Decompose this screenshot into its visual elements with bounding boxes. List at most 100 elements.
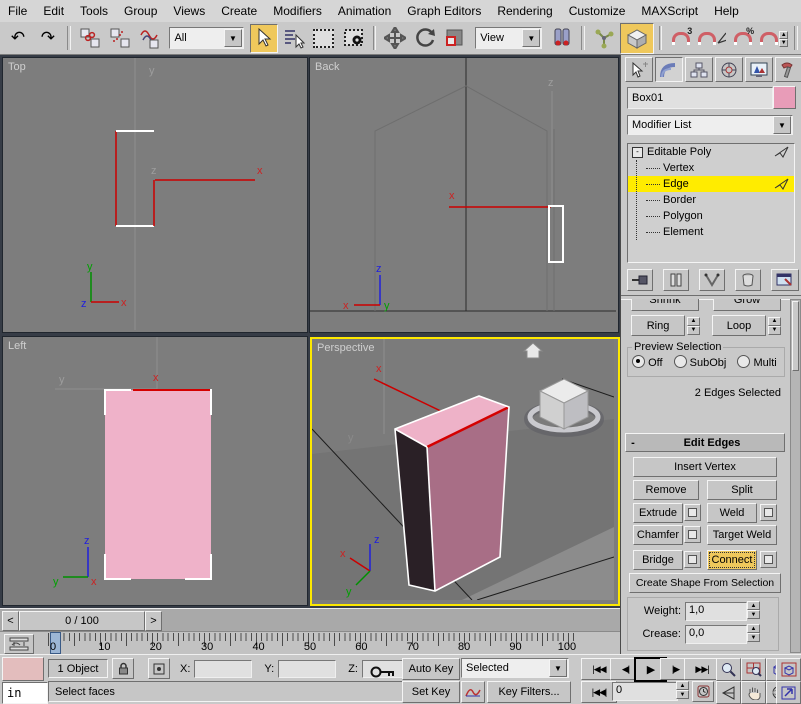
panel-scrollbar-thumb[interactable] [792,301,799,371]
select-and-move-button[interactable] [381,24,409,53]
menu-modifiers[interactable]: Modifiers [265,1,330,21]
mini-curve-editor-button[interactable] [4,634,34,654]
menu-rendering[interactable]: Rendering [489,1,560,21]
grow-button[interactable]: Grow [713,299,781,311]
loop-button[interactable]: Loop [712,315,766,336]
zoom-all-button[interactable] [741,658,766,681]
min-max-toggle-button[interactable] [776,681,801,704]
time-configuration-button[interactable] [692,681,714,702]
tab-motion[interactable] [715,57,743,82]
snaps-toggle-3d-button[interactable]: 3 [667,24,695,53]
viewport-perspective-label[interactable]: Perspective [317,342,374,354]
dropdown-arrow-icon[interactable]: ▼ [522,29,540,47]
bind-to-spacewarp-icon[interactable] [136,24,164,53]
time-slider-prev-button[interactable]: < [2,611,19,631]
window-crossing-toggle-button[interactable] [340,24,368,53]
viewport-back[interactable]: Back z x z x y [309,57,619,333]
zoom-extents-all-button[interactable] [776,658,801,681]
stack-item-element[interactable]: Element [628,224,794,240]
spinner-snap-toggle-button[interactable]: ▲▼ [759,24,789,53]
object-color-swatch[interactable] [773,86,796,109]
viewport-left[interactable]: Left y x z y x [2,336,308,606]
key-scope-dropdown[interactable]: Selected ▼ [461,658,569,678]
weld-button[interactable]: Weld [707,503,757,523]
go-to-end-button[interactable]: ▶▶| [684,658,720,680]
select-and-manipulate-button[interactable] [590,24,618,53]
ring-spinner[interactable]: ▲▼ [687,317,700,335]
insert-vertex-button[interactable]: Insert Vertex [633,457,777,477]
viewport-top-canvas[interactable]: y z x y x z [3,58,305,330]
viewport-back-canvas[interactable]: z x z x y [310,58,616,330]
rectangular-selection-region-button[interactable] [310,24,338,53]
maxscript-listener-macro-pane[interactable] [2,657,44,681]
preview-multi-radio[interactable]: Multi [737,357,776,369]
maxscript-listener-pane[interactable]: in [2,682,48,704]
viewport-back-label[interactable]: Back [315,61,339,73]
viewport-top[interactable]: Top y z x y x z [2,57,308,333]
make-unique-button[interactable] [699,269,725,291]
x-coordinate-field[interactable] [194,660,252,678]
preview-subobj-radio[interactable]: SubObj [674,357,727,369]
tab-utilities[interactable] [775,57,801,82]
stack-item-vertex[interactable]: Vertex [628,160,794,176]
connect-button[interactable]: Connect [707,550,757,570]
show-end-result-button[interactable] [663,269,689,291]
menu-create[interactable]: Create [213,1,265,21]
tab-display[interactable] [745,57,773,82]
use-pivot-point-center-button[interactable] [548,24,576,53]
menu-customize[interactable]: Customize [561,1,634,21]
create-shape-button[interactable]: Create Shape From Selection [629,573,781,593]
select-object-button[interactable] [250,24,278,53]
time-slider-handle[interactable]: 0 / 100 [19,611,145,631]
auto-key-button[interactable]: Auto Key [402,658,460,680]
dropdown-arrow-icon[interactable]: ▼ [224,29,242,47]
selection-lock-toggle[interactable] [112,658,134,679]
menu-tools[interactable]: Tools [72,1,116,21]
stack-item-polygon[interactable]: Polygon [628,208,794,224]
pin-stack-button[interactable] [627,269,653,291]
stack-item-edge[interactable]: Edge [628,176,794,192]
select-and-rotate-button[interactable] [411,24,439,53]
menu-animation[interactable]: Animation [330,1,399,21]
set-key-button[interactable]: Set Key [402,681,460,703]
absolute-offset-toggle[interactable] [148,658,170,679]
tab-create[interactable] [625,57,653,82]
pan-button[interactable] [741,681,766,704]
undo-button[interactable]: ↶ [4,24,32,53]
viewport-perspective-canvas[interactable]: y x [312,339,614,600]
select-by-name-button[interactable] [280,24,308,53]
split-button[interactable]: Split [707,480,777,500]
y-coordinate-field[interactable] [278,660,336,678]
configure-modifier-sets-button[interactable] [771,269,799,291]
crease-field[interactable]: 0,0 [685,625,747,644]
dropdown-arrow-icon[interactable]: ▼ [549,659,567,677]
crease-spinner[interactable]: ▲▼ [747,624,760,642]
tab-modify[interactable] [655,57,683,82]
remove-modifier-button[interactable] [735,269,761,291]
panel-scrollbar[interactable] [790,299,801,653]
menu-group[interactable]: Group [116,1,165,21]
collapse-box-icon[interactable]: - [632,147,643,158]
weight-spinner[interactable]: ▲▼ [747,601,760,619]
chamfer-settings-button[interactable] [684,526,701,543]
menu-views[interactable]: Views [165,1,213,21]
edit-edges-rollout-header[interactable]: - Edit Edges [625,433,785,452]
stack-item-border[interactable]: Border [628,192,794,208]
chamfer-button[interactable]: Chamfer [633,525,683,545]
zoom-button[interactable] [716,658,741,681]
key-filters-button[interactable]: Key Filters... [487,681,571,703]
percent-snap-toggle-button[interactable]: % [729,24,757,53]
selection-filter-dropdown[interactable]: All ▼ [169,27,244,49]
viewport-left-canvas[interactable]: y x z y x [3,337,305,603]
menu-maxscript[interactable]: MAXScript [633,1,706,21]
angle-snap-toggle-button[interactable] [697,24,727,53]
bridge-settings-button[interactable] [684,551,701,568]
menu-help[interactable]: Help [706,1,747,21]
connect-settings-button[interactable] [760,551,777,568]
ring-button[interactable]: Ring [631,315,685,336]
rollout-collapse-icon[interactable]: - [626,437,640,449]
dropdown-arrow-icon[interactable]: ▼ [773,116,791,134]
bridge-button[interactable]: Bridge [633,550,683,570]
extrude-button[interactable]: Extrude [633,503,683,523]
frame-spinner[interactable]: ▲▼ [676,681,689,699]
